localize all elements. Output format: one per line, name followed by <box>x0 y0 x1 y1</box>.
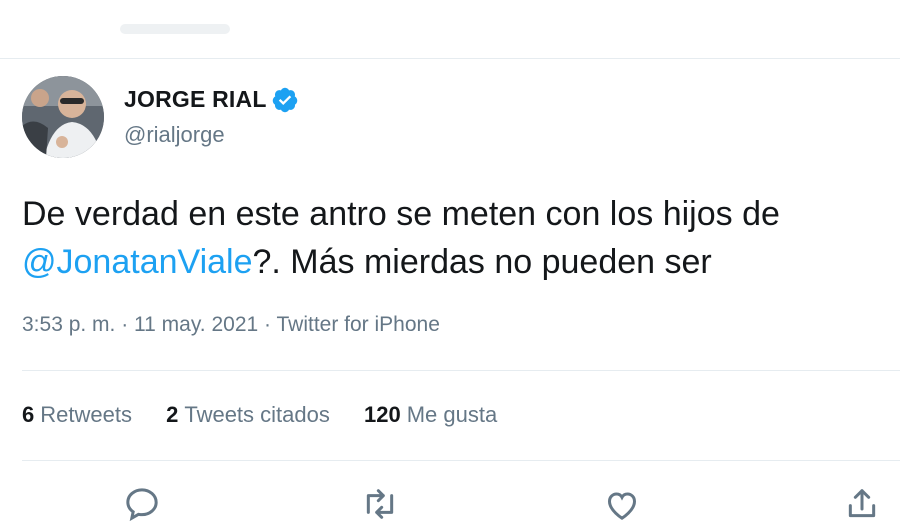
top-divider <box>0 58 900 59</box>
tweet-text-line2: ?. Más mierdas no pueden ser <box>252 243 712 281</box>
likes-label: Me gusta <box>406 402 498 427</box>
retweets-stat[interactable]: 6 Retweets <box>22 402 132 427</box>
likes-stat[interactable]: 120 Me gusta <box>364 402 497 427</box>
likes-count: 120 <box>363 402 401 427</box>
tweet-meta: 3:53 p. m. · 11 may. 2021 · Twitter for … <box>22 313 440 337</box>
previous-tweet-area <box>0 0 900 58</box>
tweet-text-line1: De verdad en este antro se meten con los… <box>22 195 780 233</box>
tweet-text: De verdad en este antro se meten con los… <box>22 190 892 286</box>
avatar-image <box>22 76 104 158</box>
retweets-label: Retweets <box>40 402 132 427</box>
display-name[interactable]: JORGE RIAL <box>124 86 267 113</box>
source-label[interactable]: Twitter for iPhone <box>276 313 439 336</box>
quotes-count: 2 <box>166 402 179 427</box>
reply-icon[interactable] <box>122 484 162 524</box>
user-handle[interactable]: @rialjorge <box>124 122 225 148</box>
faded-previous-content <box>120 24 230 34</box>
quotes-stat[interactable]: 2 Tweets citados <box>166 402 330 427</box>
verified-badge-icon <box>272 87 298 113</box>
timestamp[interactable]: 3:53 p. m. · 11 may. 2021 <box>22 313 258 336</box>
quotes-label: Tweets citados <box>184 402 330 427</box>
tweet-stats: 6 Retweets 2 Tweets citados 120 Me gusta <box>22 402 525 428</box>
mention-link[interactable]: @JonatanViale <box>22 243 253 281</box>
share-icon[interactable] <box>842 484 882 524</box>
meta-divider <box>22 370 900 371</box>
like-icon[interactable] <box>602 484 642 524</box>
action-bar <box>0 478 900 522</box>
retweets-count: 6 <box>22 402 35 427</box>
meta-separator: · <box>258 313 277 336</box>
retweet-icon[interactable] <box>360 484 400 524</box>
avatar[interactable] <box>22 76 104 158</box>
stats-divider <box>22 460 900 461</box>
